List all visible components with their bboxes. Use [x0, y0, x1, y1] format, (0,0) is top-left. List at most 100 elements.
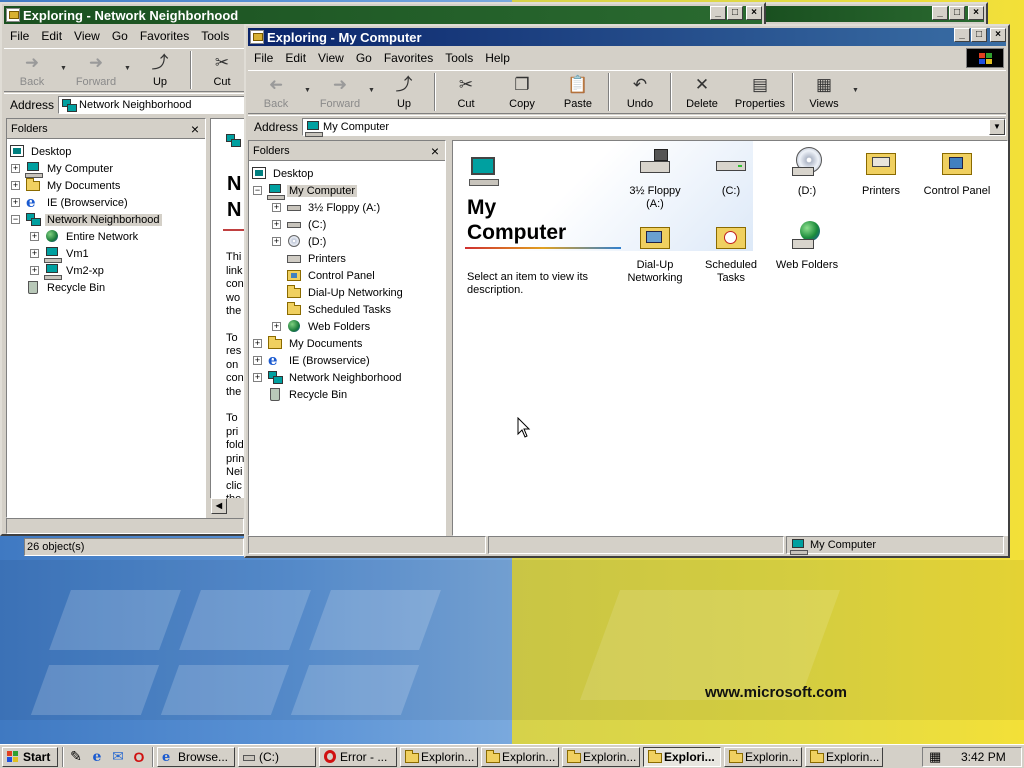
background-window-sliver[interactable]: _ □ ×: [762, 2, 988, 26]
tree-item-control-panel[interactable]: Control Panel: [286, 267, 377, 284]
close-icon[interactable]: ×: [968, 6, 984, 20]
menu-view[interactable]: View: [68, 29, 106, 43]
menu-file[interactable]: File: [4, 29, 35, 43]
my-computer-window[interactable]: Exploring - My Computer _ □ × File Edit …: [244, 24, 1010, 558]
cut-button[interactable]: ✂ Cut: [194, 49, 250, 91]
forward-button[interactable]: ➜ Forward: [312, 71, 368, 113]
item-printers[interactable]: Printers: [841, 147, 921, 198]
item-d-drive[interactable]: (D:): [767, 147, 847, 198]
menu-tools[interactable]: Tools: [439, 51, 479, 65]
expand-icon[interactable]: +: [272, 220, 281, 229]
menu-edit[interactable]: Edit: [279, 51, 312, 65]
properties-button[interactable]: ▤ Properties: [730, 71, 790, 113]
item-web-folders[interactable]: Web Folders: [767, 221, 847, 272]
tree-item-entire-network[interactable]: + Entire Network: [30, 228, 140, 245]
collapse-icon[interactable]: −: [253, 186, 262, 195]
expand-icon[interactable]: +: [11, 181, 20, 190]
maximize-icon[interactable]: □: [727, 6, 743, 20]
item-scheduled-tasks[interactable]: Scheduled Tasks: [691, 221, 771, 285]
expand-icon[interactable]: +: [11, 198, 20, 207]
task-exploring-4[interactable]: Explorin...: [724, 746, 802, 767]
back-dropdown-icon[interactable]: ▼: [304, 87, 312, 94]
expand-icon[interactable]: +: [30, 249, 39, 258]
scheduler-icon[interactable]: ▦: [929, 749, 947, 765]
show-desktop-icon[interactable]: ✎: [67, 748, 85, 766]
copy-button[interactable]: ❐ Copy: [494, 71, 550, 113]
titlebar[interactable]: Exploring - My Computer: [248, 28, 1006, 46]
outlook-icon[interactable]: ✉: [109, 748, 127, 766]
minimize-icon[interactable]: _: [954, 28, 970, 42]
close-icon[interactable]: ×: [191, 121, 199, 137]
minimize-icon[interactable]: _: [710, 6, 726, 20]
up-button[interactable]: ⤴ Up: [376, 71, 432, 113]
menu-favorites[interactable]: Favorites: [378, 51, 439, 65]
minimize-icon[interactable]: _: [932, 6, 948, 20]
expand-icon[interactable]: +: [30, 266, 39, 275]
clock[interactable]: 3:42 PM: [961, 750, 1006, 764]
menu-favorites[interactable]: Favorites: [134, 29, 195, 43]
views-dropdown-icon[interactable]: ▼: [852, 87, 860, 94]
tree-item-my-documents[interactable]: + My Documents: [11, 177, 122, 194]
collapse-icon[interactable]: −: [11, 215, 20, 224]
up-button[interactable]: ⤴ Up: [132, 49, 188, 91]
close-icon[interactable]: ×: [990, 28, 1006, 42]
forward-button[interactable]: ➜ Forward: [68, 49, 124, 91]
menu-go[interactable]: Go: [350, 51, 378, 65]
tree-item-my-computer[interactable]: − My Computer: [253, 182, 358, 200]
maximize-icon[interactable]: □: [949, 6, 965, 20]
tree-item-ie-browservice[interactable]: + e IE (Browservice): [253, 352, 372, 369]
task-c-drive[interactable]: (C:): [238, 746, 316, 767]
expand-icon[interactable]: +: [272, 237, 281, 246]
task-exploring-3[interactable]: Explorin...: [562, 746, 640, 767]
tree-item-web-folders[interactable]: + Web Folders: [272, 318, 372, 335]
undo-button[interactable]: ↶ Undo: [612, 71, 668, 113]
menu-edit[interactable]: Edit: [35, 29, 68, 43]
task-exploring-active[interactable]: Explori...: [643, 746, 721, 767]
expand-icon[interactable]: +: [272, 322, 281, 331]
menu-file[interactable]: File: [248, 51, 279, 65]
paste-button[interactable]: 📋 Paste: [550, 71, 606, 113]
tree-item-my-documents[interactable]: + My Documents: [253, 335, 364, 352]
forward-dropdown-icon[interactable]: ▼: [368, 87, 376, 94]
tree-item-network-neighborhood[interactable]: + Network Neighborhood: [253, 369, 404, 386]
tree-item-printers[interactable]: Printers: [286, 250, 348, 267]
item-control-panel[interactable]: Control Panel: [917, 147, 997, 198]
tree-item-my-computer[interactable]: + My Computer: [11, 160, 115, 178]
close-icon[interactable]: ×: [431, 143, 439, 159]
tree-item-recycle-bin[interactable]: Recycle Bin: [267, 386, 349, 403]
task-browse[interactable]: e Browse...: [157, 746, 235, 767]
close-icon[interactable]: ×: [746, 6, 762, 20]
menu-view[interactable]: View: [312, 51, 350, 65]
menu-go[interactable]: Go: [106, 29, 134, 43]
cut-button[interactable]: ✂ Cut: [438, 71, 494, 113]
delete-button[interactable]: ✕ Delete: [674, 71, 730, 113]
views-button[interactable]: ▦ Views: [796, 71, 852, 113]
opera-icon[interactable]: O: [130, 748, 148, 766]
expand-icon[interactable]: +: [253, 339, 262, 348]
task-exploring-1[interactable]: Explorin...: [400, 746, 478, 767]
forward-dropdown-icon[interactable]: ▼: [124, 65, 132, 72]
tree-item-desktop[interactable]: Desktop: [251, 165, 315, 182]
tree-item-scheduled-tasks[interactable]: Scheduled Tasks: [286, 301, 393, 318]
titlebar[interactable]: Exploring - Network Neighborhood: [4, 6, 762, 24]
content-pane[interactable]: My Computer Select an item to view its d…: [452, 140, 1008, 536]
start-button[interactable]: Start: [2, 746, 58, 767]
task-exploring-2[interactable]: Explorin...: [481, 746, 559, 767]
back-button[interactable]: ➜ Back: [4, 49, 60, 91]
tree-item-vm1[interactable]: + Vm1: [30, 245, 91, 263]
tree-item-network-neighborhood[interactable]: − Network Neighborhood: [11, 211, 162, 228]
scroll-left-icon[interactable]: ◀: [211, 498, 227, 514]
tree-item-vm2-xp[interactable]: + Vm2-xp: [30, 262, 106, 280]
maximize-icon[interactable]: □: [971, 28, 987, 42]
expand-icon[interactable]: +: [253, 373, 262, 382]
expand-icon[interactable]: +: [11, 164, 20, 173]
item-c-drive[interactable]: (C:): [691, 147, 771, 198]
task-error[interactable]: Error - ...: [319, 746, 397, 767]
tree-item-dialup-networking[interactable]: Dial-Up Networking: [286, 284, 405, 301]
menu-help[interactable]: Help: [479, 51, 516, 65]
back-button[interactable]: ➜ Back: [248, 71, 304, 113]
menu-tools[interactable]: Tools: [195, 29, 235, 43]
tree-item-recycle-bin[interactable]: Recycle Bin: [25, 279, 107, 296]
item-floppy-drive[interactable]: 3½ Floppy (A:): [615, 147, 695, 211]
expand-icon[interactable]: +: [30, 232, 39, 241]
